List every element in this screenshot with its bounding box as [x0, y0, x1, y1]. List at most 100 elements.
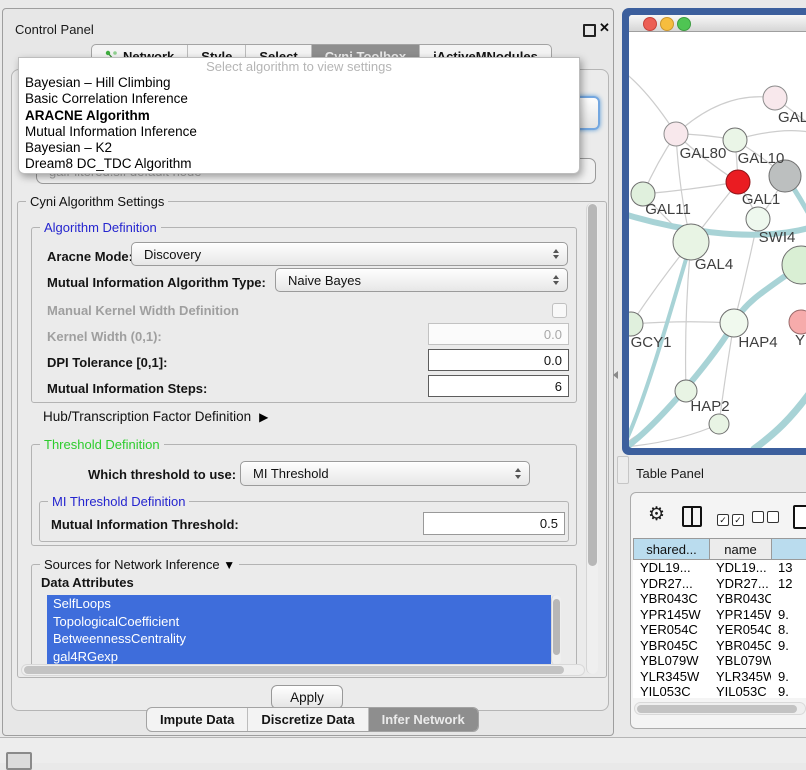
mi-steps-field[interactable]: 6: [428, 375, 569, 397]
algorithm-option-basic-correlation-inference[interactable]: Basic Correlation Inference: [19, 91, 579, 107]
float-window-icon[interactable]: [583, 24, 596, 37]
splitter-handle[interactable]: [617, 456, 629, 484]
close-icon[interactable]: ✕: [599, 20, 610, 36]
select-checks-icon[interactable]: ✓✓: [717, 510, 747, 528]
table-panel-title: Table Panel: [636, 466, 704, 481]
network-node-gal4[interactable]: [673, 224, 709, 260]
network-window: GALGAL80GAL10GAL1GAL11SWI4GAL4GCY1HAP4YH…: [629, 15, 806, 448]
dpi-tolerance-field[interactable]: 0.0: [428, 349, 569, 371]
sources-group-title: Sources for Network Inference ▼: [40, 557, 239, 572]
table-row[interactable]: YDR27...YDR27...12: [633, 576, 806, 592]
table-horizontal-scrollbar[interactable]: [634, 702, 806, 715]
gear-icon[interactable]: ⚙: [648, 503, 665, 526]
tab-impute-data[interactable]: Impute Data: [147, 708, 248, 731]
mi-threshold-field[interactable]: 0.5: [423, 512, 565, 535]
network-node-gal80[interactable]: [664, 122, 688, 146]
attribute-item-betweennesscentrality[interactable]: BetweennessCentrality: [47, 630, 551, 648]
network-canvas[interactable]: GALGAL80GAL10GAL1GAL11SWI4GAL4GCY1HAP4YH…: [629, 32, 806, 448]
mi-threshold-group-title: MI Threshold Definition: [48, 494, 189, 509]
aracne-mode-combo[interactable]: Discovery: [131, 242, 568, 266]
attribute-item-selfloops[interactable]: SelfLoops: [47, 595, 551, 613]
column-header-shared-[interactable]: shared...: [633, 538, 709, 560]
mi-type-combo[interactable]: Naive Bayes: [275, 268, 568, 292]
table-row[interactable]: YPR145WYPR145W9.: [633, 607, 806, 623]
splitter-collapse-icon[interactable]: [613, 371, 618, 379]
node-label: SWI4: [759, 229, 796, 246]
node-label: Y: [795, 332, 805, 349]
table-row[interactable]: YBR043CYBR043C: [633, 591, 806, 607]
table-cell: 8.: [771, 622, 806, 638]
apply-button[interactable]: Apply: [271, 685, 343, 709]
which-threshold-combo[interactable]: MI Threshold: [240, 461, 530, 486]
zoom-traffic-icon[interactable]: [677, 17, 691, 31]
table-cell: 9.: [771, 669, 806, 685]
table-row[interactable]: YIL053CYIL053C9.: [633, 684, 806, 698]
algorithm-option-dream8-dc-tdc-algorithm[interactable]: Dream8 DC_TDC Algorithm: [19, 156, 579, 172]
table-cell: YBR043C: [633, 591, 709, 607]
tab-discretize-data[interactable]: Discretize Data: [248, 708, 368, 731]
panel-title: Control Panel: [15, 22, 94, 37]
node-label: GCY1: [631, 334, 672, 351]
combo-stepper-icon: [515, 468, 529, 479]
algorithm-option-bayesian-hill-climbing[interactable]: Bayesian – Hill Climbing: [19, 75, 579, 91]
column-header-name[interactable]: name: [709, 538, 771, 560]
node-label: HAP4: [738, 334, 777, 351]
table-cell: YLR345W: [709, 669, 771, 685]
which-threshold-value: MI Threshold: [253, 466, 329, 481]
aracne-mode-label: Aracne Mode:: [47, 249, 133, 264]
algorithm-option-mutual-information-inference[interactable]: Mutual Information Inference: [19, 124, 579, 140]
table-cell: YDL19...: [709, 560, 771, 576]
network-view-frame[interactable]: GALGAL80GAL10GAL1GAL11SWI4GAL4GCY1HAP4YH…: [622, 8, 806, 455]
minimize-traffic-icon[interactable]: [660, 17, 674, 31]
table-cell: YLR345W: [633, 669, 709, 685]
network-node-hap4[interactable]: [720, 309, 748, 337]
expand-right-icon: ▶: [259, 410, 268, 424]
table-row[interactable]: YBR045CYBR045C9.: [633, 638, 806, 654]
settings-horizontal-scrollbar[interactable]: [21, 664, 585, 676]
network-node-y[interactable]: [789, 310, 806, 334]
expand-down-icon[interactable]: ▼: [223, 558, 235, 572]
attribute-item-topologicalcoefficient[interactable]: TopologicalCoefficient: [47, 613, 551, 631]
network-node-swi4[interactable]: [746, 207, 770, 231]
tab-infer-network[interactable]: Infer Network: [369, 708, 478, 731]
split-columns-icon[interactable]: [682, 506, 702, 527]
close-traffic-icon[interactable]: [643, 17, 657, 31]
kernel-width-label: Kernel Width (0,1):: [47, 329, 162, 344]
mi-steps-value: 6: [555, 379, 562, 394]
mi-steps-label: Mutual Information Steps:: [47, 381, 207, 396]
collapsed-panel-button[interactable]: [6, 752, 32, 770]
apply-button-label: Apply: [290, 690, 324, 705]
deselect-checks-icon[interactable]: [752, 510, 782, 528]
table-row[interactable]: YER054CYER054C8.: [633, 622, 806, 638]
attribute-list-scrollbar[interactable]: [551, 595, 561, 665]
kernel-width-value: 0.0: [544, 327, 562, 342]
table-cell: YER054C: [709, 622, 771, 638]
table-cell: 9.: [771, 684, 806, 698]
table-cell: YDR27...: [633, 576, 709, 592]
table-row[interactable]: YLR345WYLR345W9.: [633, 669, 806, 685]
manual-kernel-checkbox[interactable]: [552, 303, 567, 318]
network-node-gal[interactable]: [763, 86, 787, 110]
settings-vertical-scrollbar[interactable]: [586, 203, 598, 674]
mi-threshold-label: Mutual Information Threshold:: [51, 517, 239, 532]
bottom-tab-bar: Impute DataDiscretize DataInfer Network: [146, 707, 479, 732]
table-row[interactable]: YDL19...YDL19...13: [633, 560, 806, 576]
kernel-width-field[interactable]: 0.0: [428, 323, 569, 345]
table-cell: 13: [771, 560, 806, 576]
table-cell: YPR145W: [633, 607, 709, 623]
network-node-gcy1[interactable]: [629, 312, 643, 336]
network-window-titlebar[interactable]: [629, 15, 806, 32]
document-icon[interactable]: [793, 505, 806, 529]
table-row[interactable]: YBL079WYBL079W: [633, 653, 806, 669]
network-node[interactable]: [709, 414, 729, 434]
table-cell: YBR045C: [633, 638, 709, 654]
manual-kernel-label: Manual Kernel Width Definition: [47, 303, 239, 318]
data-attributes-list[interactable]: SelfLoopsTopologicalCoefficientBetweenne…: [47, 595, 551, 665]
attribute-item-gal4rgexp[interactable]: gal4RGexp: [47, 648, 551, 666]
hub-definition-expander[interactable]: Hub/Transcription Factor Definition ▶: [43, 409, 268, 424]
settings-group-title: Cyni Algorithm Settings: [26, 194, 168, 209]
network-node-gal10[interactable]: [723, 128, 747, 152]
algorithm-option-bayesian-k2[interactable]: Bayesian – K2: [19, 140, 579, 156]
column-header-extra[interactable]: [771, 538, 806, 560]
algorithm-option-aracne-algorithm[interactable]: ARACNE Algorithm: [19, 108, 579, 124]
